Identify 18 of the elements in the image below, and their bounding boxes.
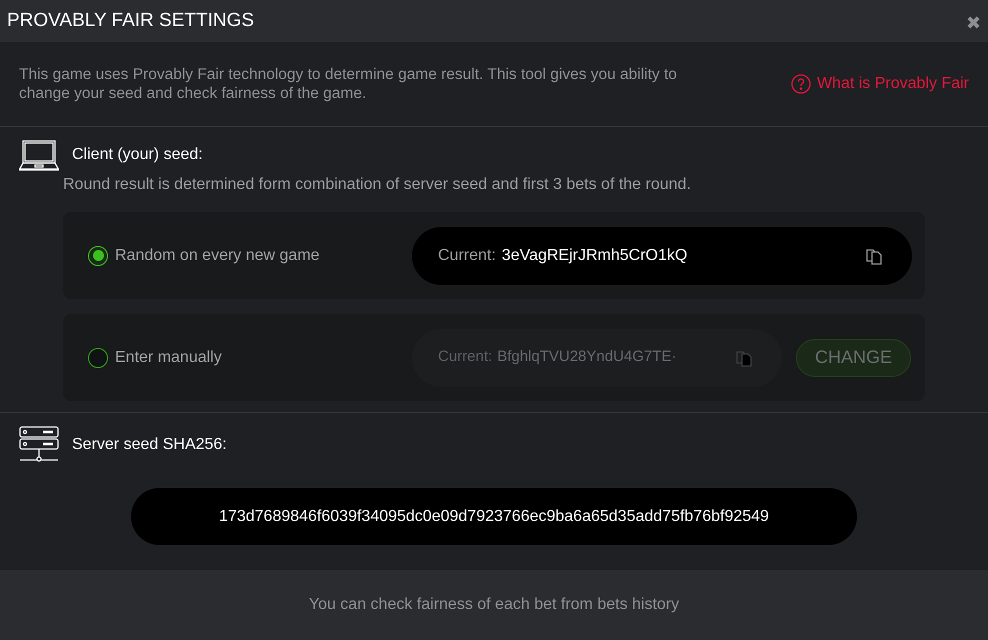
intro-text: This game uses Provably Fair technology to determine game result. This tool gives you ability to change your seed and check fairness of the game. xyxy=(19,65,678,103)
footer-text: You can check fairness of each bet from bets history xyxy=(308,595,680,615)
section-title: Server seed SHA256: xyxy=(72,435,227,455)
laptop-icon xyxy=(19,139,59,171)
seed-value: BfghlqTVU28YndU4G7TE· xyxy=(497,347,678,368)
seed-value: 3eVagREjrJRmh5CrO1kQ xyxy=(502,246,688,266)
close-button[interactable]: ✖ xyxy=(966,14,981,32)
field-label: Current: xyxy=(438,347,492,368)
help-icon xyxy=(790,74,811,94)
server-icon xyxy=(19,426,59,464)
section-description: Round result is determined form combination of server seed and first 3 bets of the round. xyxy=(63,175,692,195)
section-title: Client (your) seed: xyxy=(72,145,203,165)
window-title: PROVABLY FAIR SETTINGS xyxy=(7,8,254,33)
radio-button[interactable] xyxy=(88,246,108,266)
server-seed-hash: 173d7689846f6039f34095dc0e09d7923766ec9ba6a65d35add75fb76bf92549 xyxy=(131,488,857,545)
field-label: Current: xyxy=(438,246,496,266)
option-label[interactable]: Random on every new game xyxy=(115,244,320,268)
help-link[interactable]: What is Provably Fair xyxy=(790,72,969,96)
